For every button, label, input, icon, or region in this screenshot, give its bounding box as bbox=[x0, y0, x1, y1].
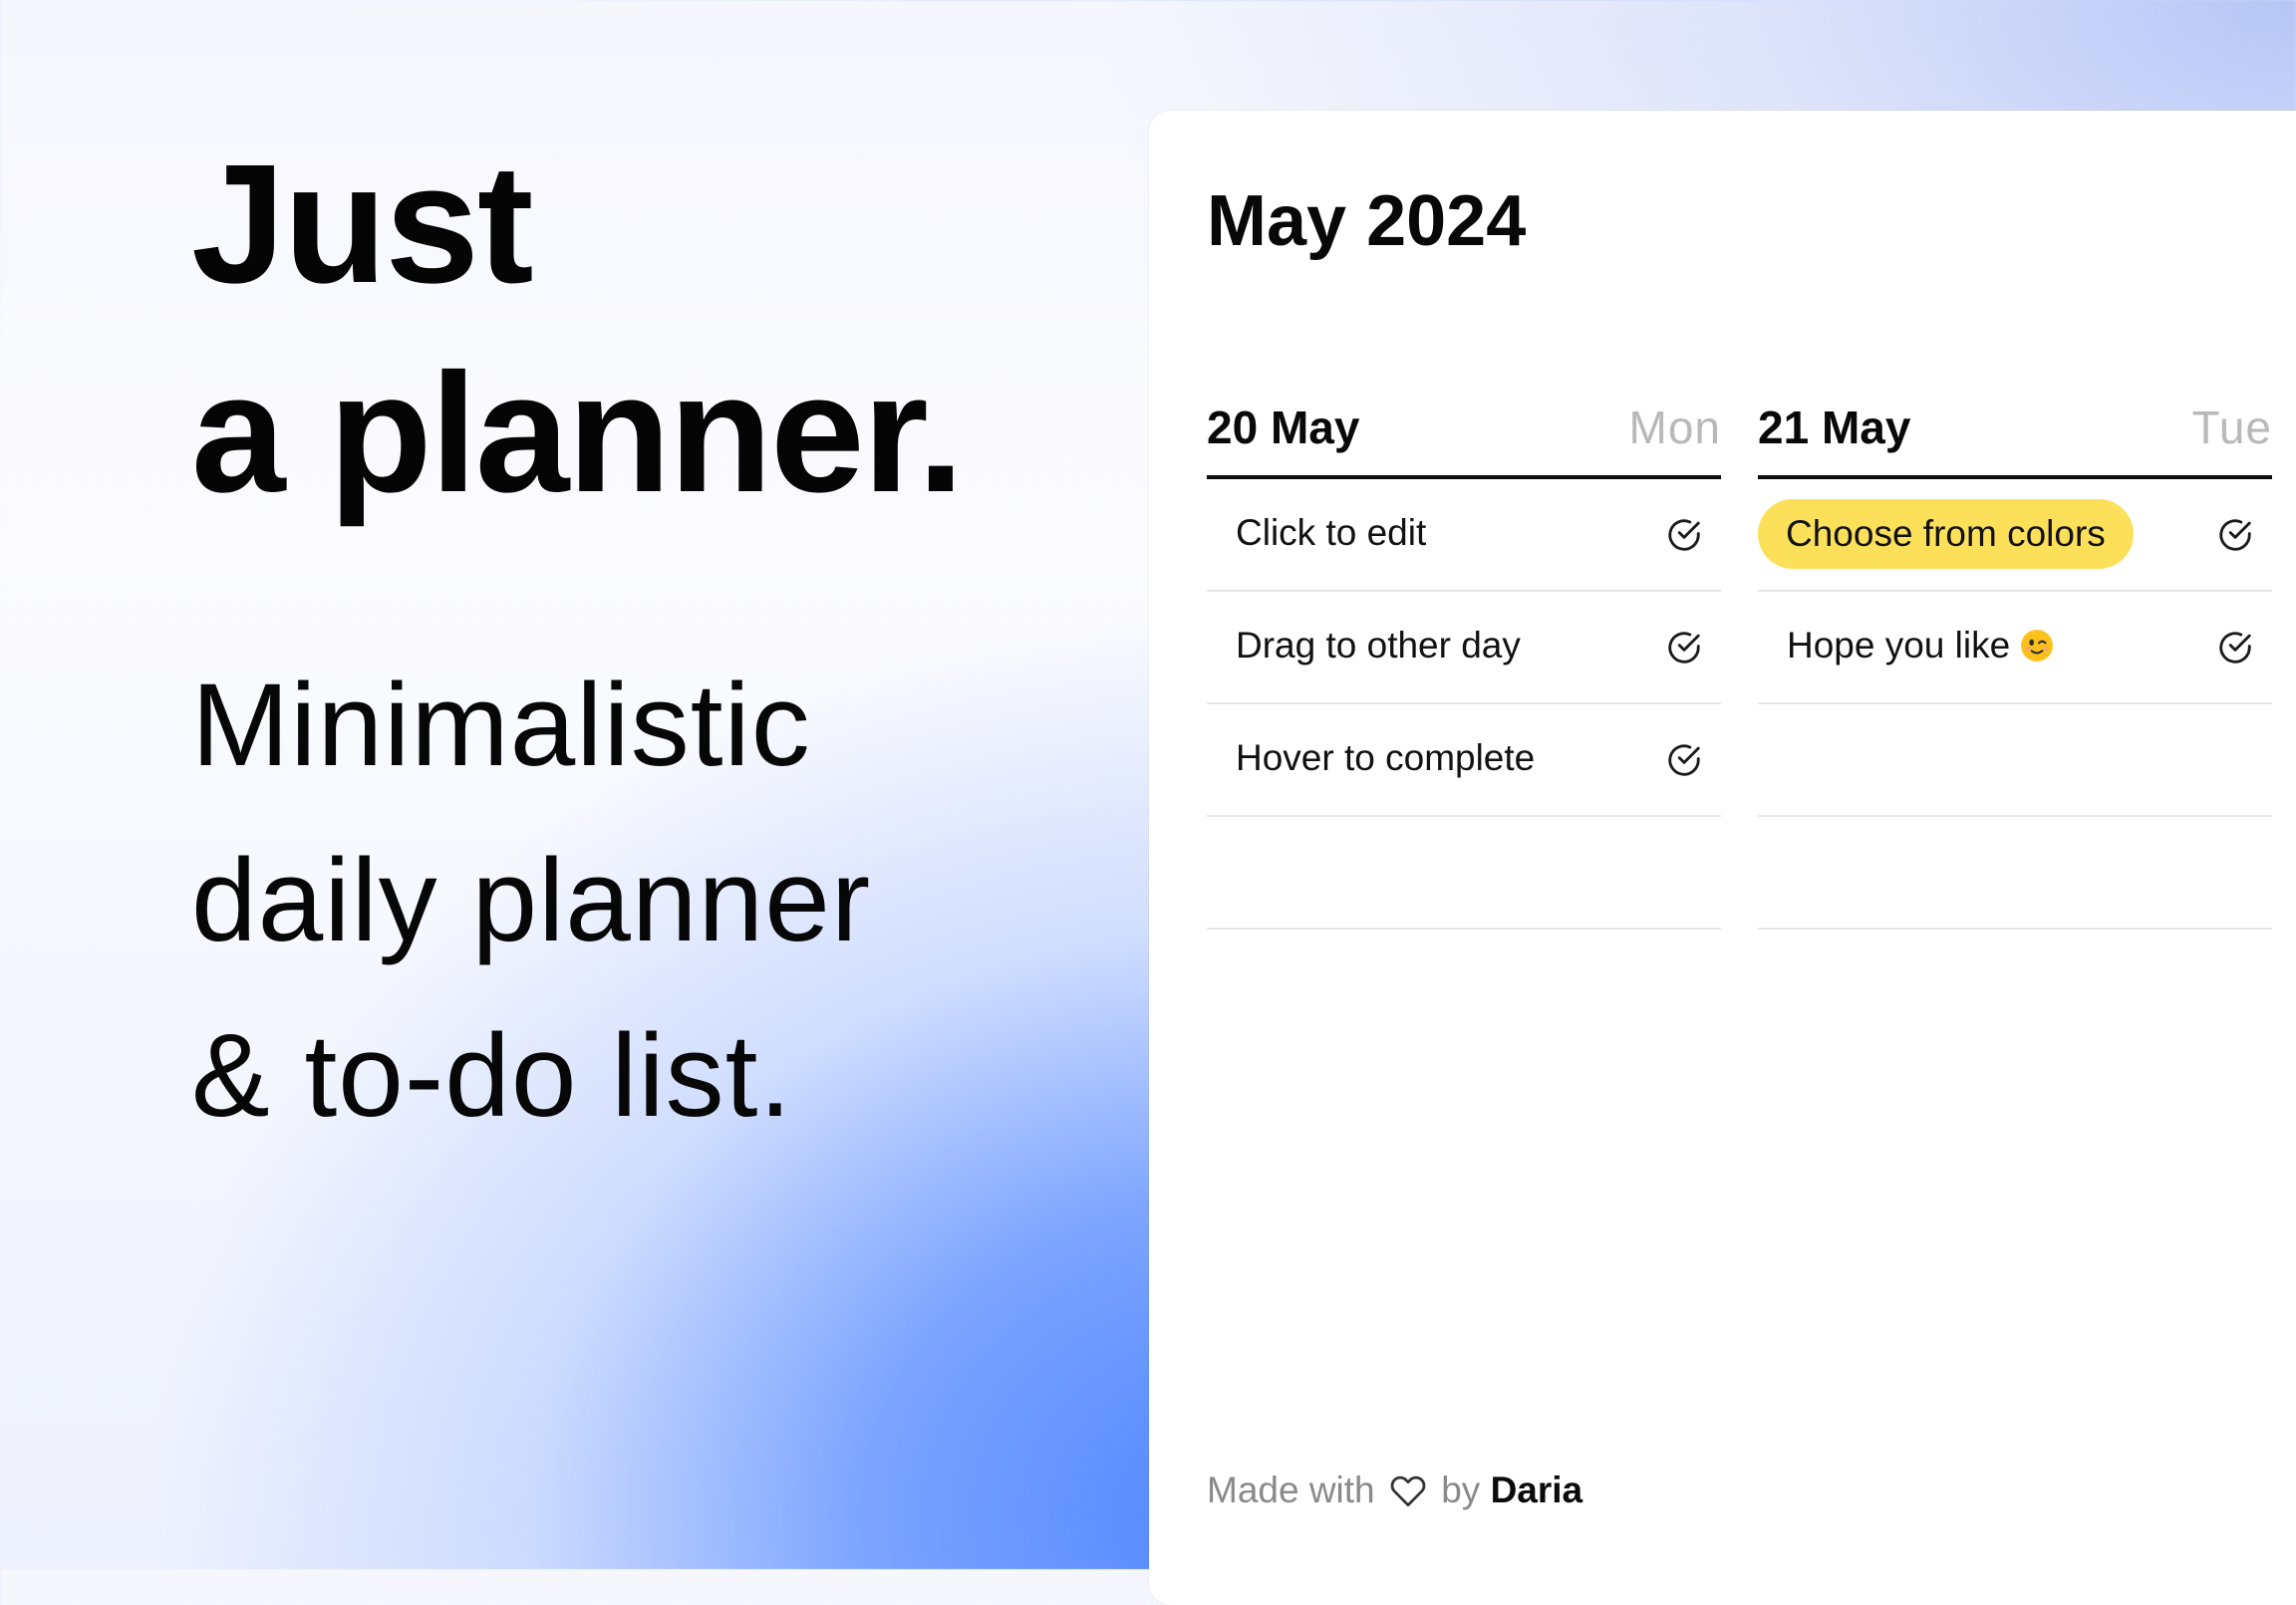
task-text[interactable]: Drag to other day bbox=[1236, 618, 1521, 673]
hero-section: Just a planner. Minimalistic daily plann… bbox=[191, 120, 1088, 1142]
footer-credit: Made with by Daria bbox=[1207, 1466, 1582, 1515]
winking-face-emoji-icon bbox=[2021, 630, 2054, 662]
check-circle-icon[interactable] bbox=[1665, 516, 1703, 554]
hero-title-line: a planner. bbox=[191, 339, 965, 528]
heart-icon bbox=[1390, 1475, 1426, 1507]
task-item[interactable]: Choose from colors bbox=[1758, 479, 2272, 592]
day-date: 20 May bbox=[1207, 401, 1360, 453]
task-item[interactable]: Hope you like bbox=[1758, 592, 2272, 704]
day-column-20-may: 20 May Mon Click to edit Drag to other d… bbox=[1207, 386, 1721, 930]
planner-card: May 2024 20 May Mon Click to edit Drag t… bbox=[1149, 111, 2296, 1605]
task-text-highlighted[interactable]: Choose from colors bbox=[1758, 499, 2134, 569]
day-date: 21 May bbox=[1758, 401, 1911, 453]
hero-subtitle-line: & to-do list. bbox=[191, 1010, 793, 1142]
hero-subtitle-line: daily planner bbox=[191, 835, 872, 966]
month-title: May 2024 bbox=[1207, 181, 1527, 261]
task-item-empty[interactable] bbox=[1207, 817, 1721, 930]
task-text[interactable]: Click to edit bbox=[1236, 505, 1426, 561]
hero-title-line: Just bbox=[191, 130, 534, 319]
footer-prefix: Made with bbox=[1207, 1470, 1375, 1510]
task-item-empty[interactable] bbox=[1758, 704, 2272, 817]
task-text: Hope you like bbox=[1787, 625, 2011, 666]
task-item[interactable]: Hover to complete bbox=[1207, 704, 1721, 817]
check-circle-icon[interactable] bbox=[1665, 741, 1703, 779]
task-list: Choose from colors Hope you like bbox=[1758, 479, 2272, 930]
hero-title: Just a planner. bbox=[191, 120, 1088, 538]
footer-author-link[interactable]: Daria bbox=[1491, 1470, 1583, 1510]
day-header: 21 May Tue bbox=[1758, 386, 2272, 479]
task-item[interactable]: Click to edit bbox=[1207, 479, 1721, 592]
task-list: Click to edit Drag to other day Hover to… bbox=[1207, 479, 1721, 930]
day-column-21-may: 21 May Tue Choose from colors Hope you l… bbox=[1758, 386, 2272, 930]
check-circle-icon[interactable] bbox=[2216, 516, 2254, 554]
task-text[interactable]: Hover to complete bbox=[1236, 730, 1535, 786]
task-item-empty[interactable] bbox=[1758, 817, 2272, 930]
task-item[interactable]: Drag to other day bbox=[1207, 592, 1721, 704]
footer-by: by bbox=[1441, 1470, 1481, 1510]
hero-subtitle-line: Minimalistic bbox=[191, 660, 811, 791]
day-weekday: Mon bbox=[1628, 401, 1721, 453]
day-header: 20 May Mon bbox=[1207, 386, 1721, 479]
hero-subtitle: Minimalistic daily planner & to-do list. bbox=[191, 638, 871, 1164]
check-circle-icon[interactable] bbox=[1665, 629, 1703, 667]
check-circle-icon[interactable] bbox=[2216, 629, 2254, 667]
task-text-wrapper[interactable]: Hope you like bbox=[1787, 618, 2054, 673]
day-weekday: Tue bbox=[2191, 401, 2272, 453]
